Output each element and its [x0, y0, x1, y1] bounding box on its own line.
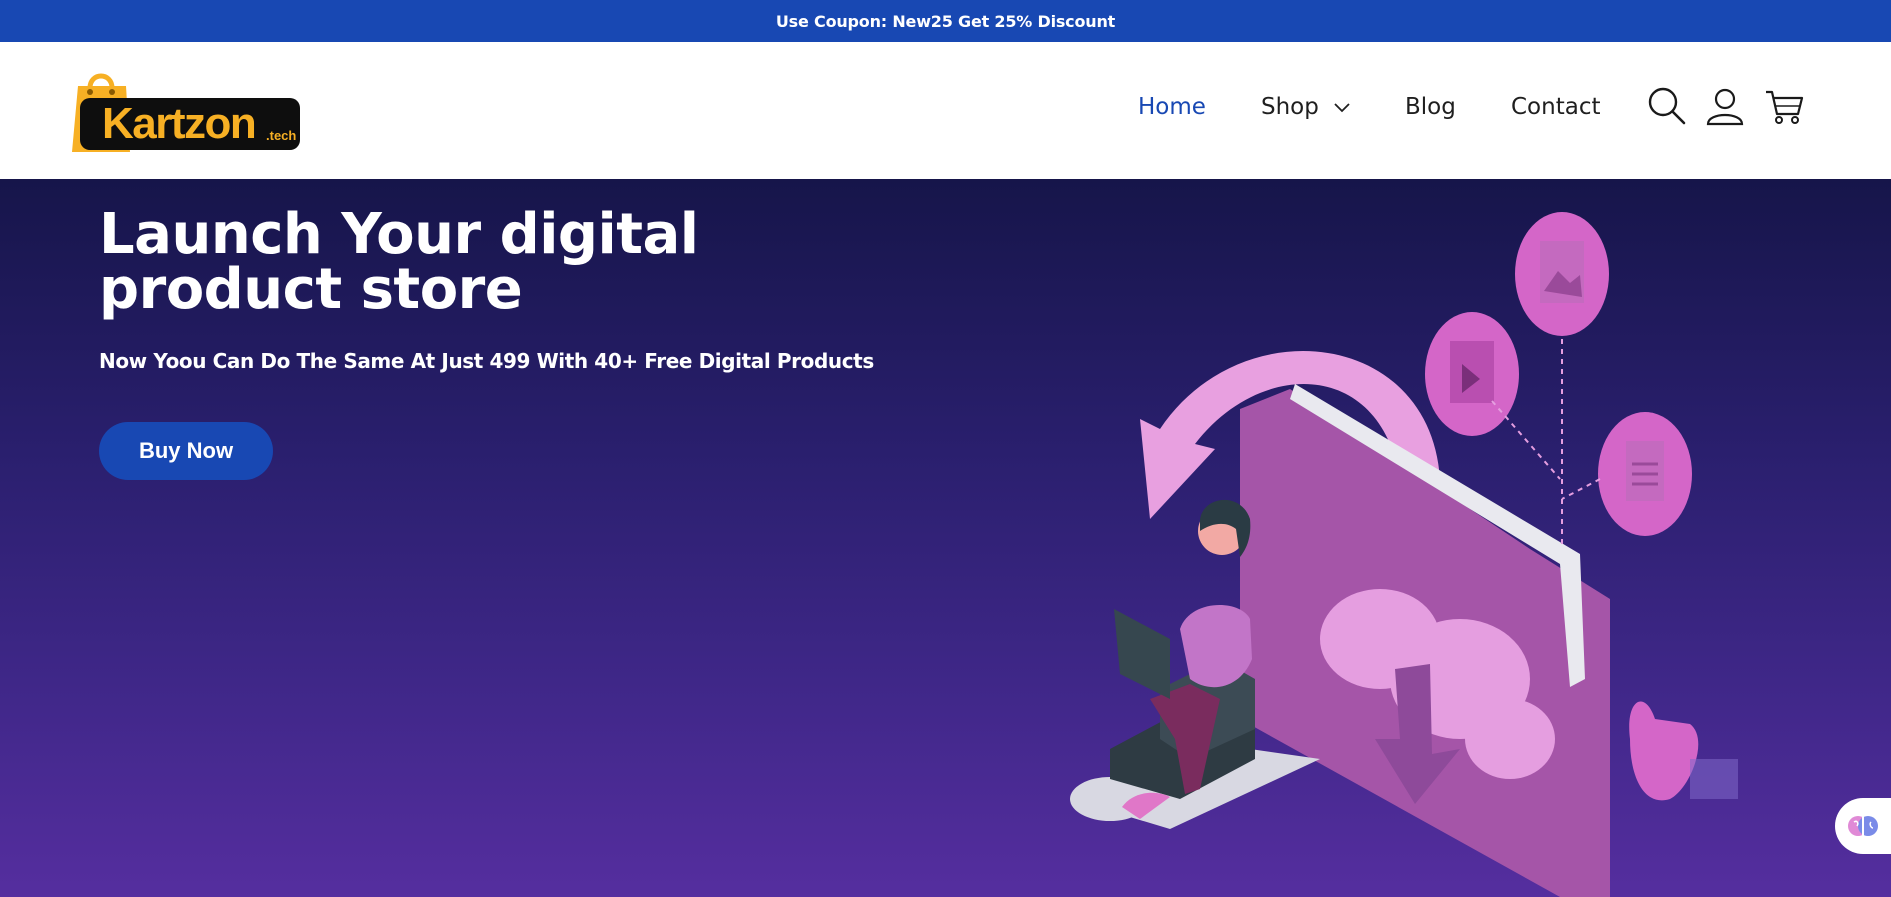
chevron-down-icon: [1334, 102, 1350, 112]
announcement-bar: Use Coupon: New25 Get 25% Discount: [0, 0, 1891, 42]
announcement-text: Use Coupon: New25 Get 25% Discount: [775, 11, 1116, 31]
site-logo[interactable]: Kartzon .tech: [72, 66, 304, 176]
nav-contact[interactable]: Contact: [1511, 94, 1600, 120]
user-icon[interactable]: [1705, 86, 1745, 126]
hero-title: Launch Your digital product store: [99, 202, 699, 322]
brain-icon: [1848, 816, 1878, 836]
buy-now-button[interactable]: Buy Now: [99, 422, 273, 480]
hero-subtitle: Now Yoou Can Do The Same At Just 499 Wit…: [99, 349, 874, 373]
assistant-widget[interactable]: [1835, 798, 1891, 854]
nav-shop-label: Shop: [1261, 94, 1319, 120]
site-header: Kartzon .tech Home Shop Blog Contact: [0, 42, 1891, 179]
plant-shape: [1629, 701, 1699, 801]
digital-download-illustration: [1070, 212, 1738, 897]
nav-shop[interactable]: Shop: [1261, 94, 1350, 120]
hero-section: Launch Your digital product store Now Yo…: [0, 179, 1891, 897]
logo-tld: .tech: [266, 128, 297, 143]
search-icon[interactable]: [1647, 86, 1687, 126]
nav-blog[interactable]: Blog: [1405, 94, 1456, 120]
cart-icon[interactable]: [1764, 86, 1804, 126]
logo-wordmark: Kartzon: [102, 99, 257, 148]
nav-home[interactable]: Home: [1138, 94, 1206, 120]
